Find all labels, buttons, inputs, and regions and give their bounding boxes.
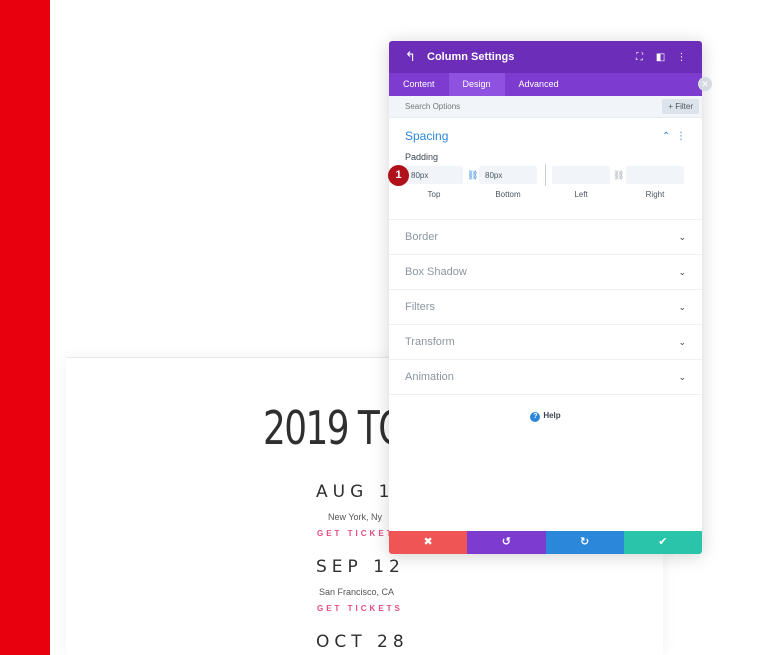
padding-label: Padding [405, 152, 439, 162]
search-row: + Filter [389, 96, 702, 118]
chevron-down-icon: ⌄ [678, 231, 686, 242]
modal-title: Column Settings [427, 51, 515, 63]
chevron-down-icon: ⌄ [678, 301, 686, 312]
section-label: Box Shadow [405, 266, 467, 278]
modal-action-bar: ✖ ↺ ↻ ✔ [389, 531, 702, 554]
spacing-section: Spacing ⌃ ⋮ Padding 80px ⛓ 80px ⛓ Top Bo… [389, 118, 702, 220]
event-city: San Francisco, CA [319, 587, 395, 597]
section-transform[interactable]: Transform ⌄ [389, 325, 702, 360]
tab-content[interactable]: Content [389, 73, 449, 96]
event-city: New York, Ny [328, 512, 383, 522]
save-button[interactable]: ✔ [623, 531, 702, 554]
tab-design[interactable]: Design [448, 73, 505, 96]
padding-bottom-label: Bottom [495, 190, 521, 199]
padding-top-input[interactable]: 80px [405, 166, 463, 184]
chevron-up-icon[interactable]: ⌃ [662, 131, 670, 142]
discard-button[interactable]: ✖ [389, 531, 468, 554]
redo-button[interactable]: ↻ [545, 531, 624, 554]
undo-icon: ↺ [501, 536, 511, 548]
more-options-icon[interactable]: ⋮ [676, 131, 686, 142]
tour-title: 2019 TO [263, 401, 407, 455]
split-view-icon[interactable]: ◧ [650, 52, 671, 63]
section-border[interactable]: Border ⌄ [389, 220, 702, 255]
section-label: Transform [405, 336, 455, 348]
step-badge: 1 [388, 165, 409, 186]
padding-right-input[interactable] [626, 166, 684, 184]
section-label: Border [405, 231, 439, 243]
padding-left-input[interactable] [552, 166, 610, 184]
more-options-icon[interactable]: ⋮ [671, 52, 692, 63]
chevron-down-icon: ⌄ [678, 336, 686, 347]
fullscreen-icon[interactable]: ⛶ [629, 52, 650, 63]
padding-controls: 80px ⛓ 80px ⛓ Top Bottom Left Right [405, 164, 686, 202]
section-box-shadow[interactable]: Box Shadow ⌄ [389, 255, 702, 290]
check-icon: ✔ [658, 536, 668, 548]
padding-bottom-input[interactable]: 80px [479, 166, 537, 184]
back-arrow-icon[interactable]: ↰ [405, 49, 425, 65]
close-icon: ✖ [423, 536, 433, 548]
padding-separator [545, 164, 546, 186]
search-options-input[interactable] [405, 102, 565, 111]
section-label: Filters [405, 301, 435, 313]
help-label: Help [543, 411, 561, 420]
event-date: SEP 12 [316, 557, 405, 577]
link-icon[interactable]: ⛓ [613, 170, 624, 181]
section-animation[interactable]: Animation ⌄ [389, 360, 702, 395]
column-settings-modal: ↰ Column Settings ⛶ ◧ ⋮ Content Design A… [389, 41, 702, 554]
padding-left-label: Left [574, 190, 588, 199]
get-tickets-link[interactable]: GET TICKETS [317, 604, 403, 613]
section-label: Animation [405, 371, 454, 383]
padding-top-label: Top [427, 190, 441, 199]
section-filters[interactable]: Filters ⌄ [389, 290, 702, 325]
spacing-title: Spacing [405, 129, 449, 143]
spacing-header[interactable]: Spacing ⌃ ⋮ [405, 118, 686, 154]
tab-advanced[interactable]: Advanced [505, 73, 573, 96]
padding-right-label: Right [645, 190, 665, 199]
close-modal-icon[interactable]: ✕ [698, 77, 712, 91]
filter-button[interactable]: + Filter [662, 99, 699, 114]
link-active-icon[interactable]: ⛓ [467, 170, 478, 181]
help-link[interactable]: ? Help [389, 411, 702, 422]
event-date: OCT 28 [316, 632, 409, 652]
redo-icon: ↻ [580, 536, 590, 548]
modal-header: ↰ Column Settings ⛶ ◧ ⋮ [389, 41, 702, 73]
undo-button[interactable]: ↺ [467, 531, 546, 554]
chevron-down-icon: ⌄ [678, 371, 686, 382]
help-icon: ? [530, 412, 541, 422]
red-side-bar [0, 0, 50, 655]
settings-tabs: Content Design Advanced [389, 73, 702, 96]
chevron-down-icon: ⌄ [678, 266, 686, 277]
